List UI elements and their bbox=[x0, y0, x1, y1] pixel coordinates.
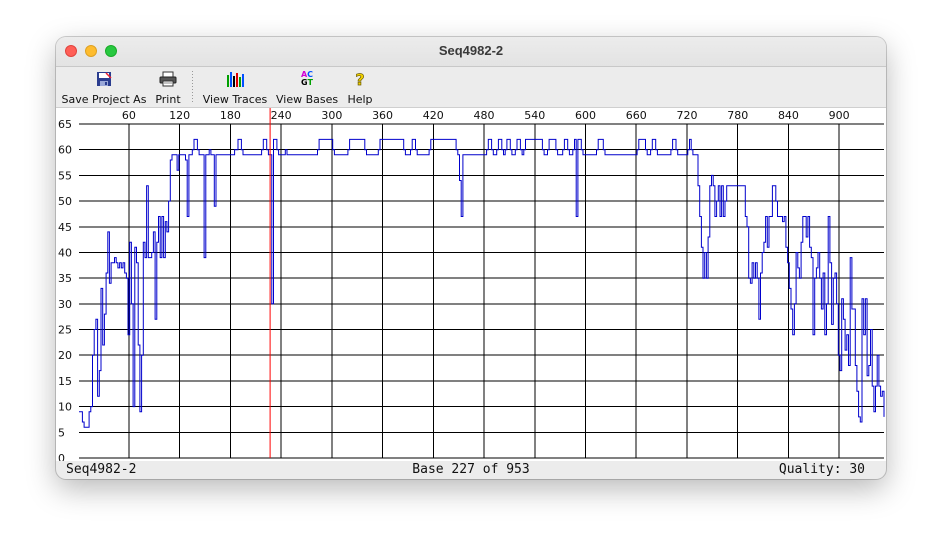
x-tick-label: 540 bbox=[524, 109, 545, 122]
help-button[interactable]: ? Help bbox=[345, 69, 375, 106]
y-tick-label: 65 bbox=[58, 118, 72, 131]
y-tick-label: 50 bbox=[58, 195, 72, 208]
status-quality: Quality: 30 bbox=[778, 462, 865, 477]
view-traces-label: View Traces bbox=[202, 93, 268, 106]
save-project-icon bbox=[97, 72, 112, 86]
y-tick-label: 10 bbox=[58, 401, 72, 414]
x-tick-label: 240 bbox=[271, 109, 292, 122]
x-tick-label: 840 bbox=[778, 109, 799, 122]
traces-icon bbox=[227, 72, 244, 87]
x-tick-label: 900 bbox=[829, 109, 850, 122]
print-label: Print bbox=[155, 93, 181, 106]
print-button[interactable]: Print bbox=[151, 69, 185, 106]
x-tick-label: 420 bbox=[423, 109, 444, 122]
view-traces-button[interactable]: View Traces bbox=[202, 69, 268, 106]
plot-background bbox=[56, 108, 886, 461]
toolbar-separator bbox=[192, 71, 193, 103]
x-tick-label: 360 bbox=[372, 109, 393, 122]
x-tick-label: 720 bbox=[676, 109, 697, 122]
y-tick-label: 55 bbox=[58, 169, 72, 182]
bases-icon: AC GT bbox=[300, 70, 314, 87]
y-tick-label: 15 bbox=[58, 375, 72, 388]
x-tick-label: 660 bbox=[626, 109, 647, 122]
window-title: Seq4982-2 bbox=[438, 43, 504, 58]
help-icon: ? bbox=[355, 70, 365, 88]
x-tick-label: 480 bbox=[474, 109, 495, 122]
save-project-as-button[interactable]: Save Project As bbox=[60, 69, 148, 106]
y-tick-label: 20 bbox=[58, 349, 72, 362]
x-tick-label: 300 bbox=[321, 109, 342, 122]
printer-icon bbox=[159, 71, 177, 87]
view-bases-button[interactable]: AC GT View Bases bbox=[276, 69, 339, 107]
y-tick-label: 40 bbox=[58, 246, 72, 259]
y-tick-label: 60 bbox=[58, 144, 72, 157]
app-window: Seq4982-2 Save Project As Print View Tra… bbox=[56, 37, 886, 479]
save-project-as-label: Save Project As bbox=[61, 93, 147, 106]
y-tick-label: 0 bbox=[58, 452, 65, 461]
y-tick-label: 30 bbox=[58, 298, 72, 311]
x-tick-label: 180 bbox=[220, 109, 241, 122]
quality-plot[interactable]: 0 5 10 15 20 25 30 35 40 45 50 55 60 65 60 120 180 240 300… bbox=[56, 108, 886, 461]
status-bar: Seq4982-2 Base 227 of 953 Quality: 30 bbox=[56, 461, 886, 479]
view-bases-label: View Bases bbox=[276, 93, 339, 106]
x-tick-label: 120 bbox=[169, 109, 190, 122]
y-tick-label: 45 bbox=[58, 221, 72, 234]
x-tick-label: 780 bbox=[727, 109, 748, 122]
y-tick-label: 5 bbox=[58, 426, 65, 439]
status-base-position: Base 227 of 953 bbox=[412, 462, 530, 477]
y-tick-label: 25 bbox=[58, 324, 72, 337]
svg-text:?: ? bbox=[355, 70, 364, 88]
y-tick-label: 35 bbox=[58, 272, 72, 285]
toolbar: Save Project As Print View Traces AC GT … bbox=[56, 67, 886, 108]
x-tick-label: 60 bbox=[122, 109, 136, 122]
x-tick-label: 600 bbox=[575, 109, 596, 122]
help-label: Help bbox=[347, 93, 373, 106]
title-bar[interactable]: Seq4982-2 bbox=[56, 37, 886, 67]
